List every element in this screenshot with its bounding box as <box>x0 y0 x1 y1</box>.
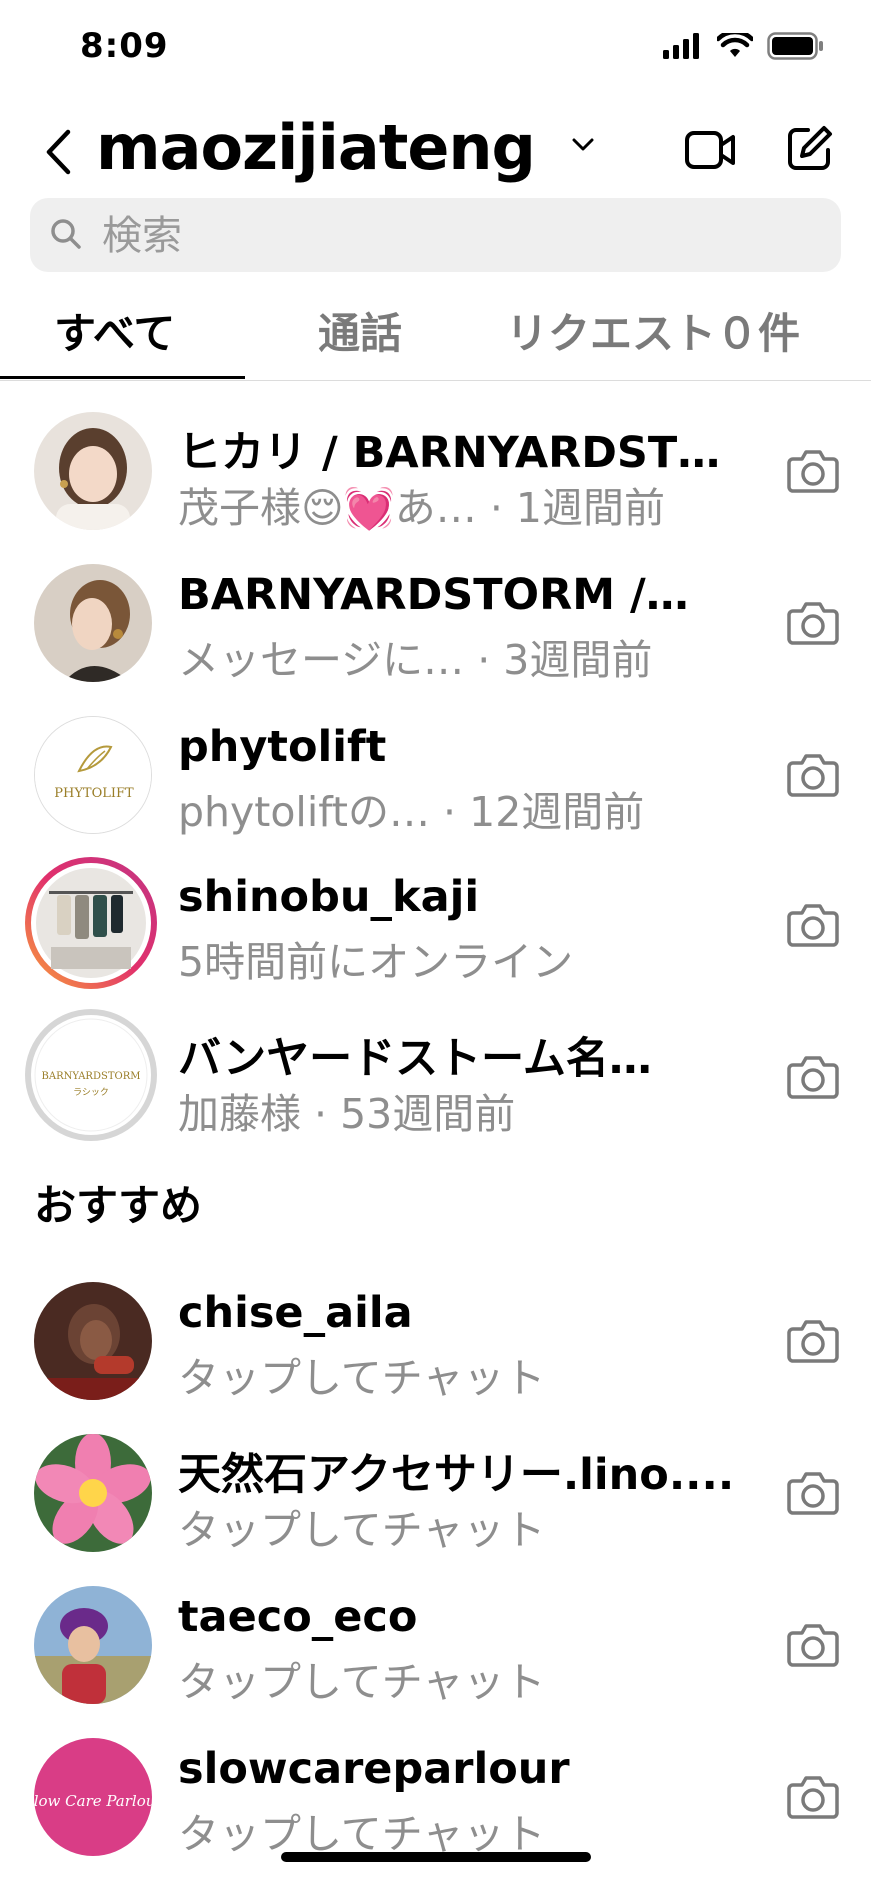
chevron-left-icon <box>46 129 71 175</box>
avatar <box>34 1282 152 1400</box>
video-camera-icon <box>685 131 735 169</box>
back-button[interactable] <box>38 122 78 182</box>
camera-icon[interactable] <box>786 1049 840 1103</box>
avatar-logo-subtext: ラシック <box>73 1087 109 1098</box>
camera-icon[interactable] <box>786 1617 840 1671</box>
suggested-cta: タップしてチャット <box>178 1354 546 1402</box>
search-bar[interactable] <box>30 198 841 274</box>
thread-preview: 加藤様 · 53週間前 <box>178 1090 516 1138</box>
camera-icon[interactable] <box>786 1769 840 1823</box>
wifi-icon <box>717 33 753 57</box>
suggested-section-title: おすすめ <box>34 1181 203 1230</box>
suggested-name: taeco_eco <box>178 1592 418 1642</box>
tab-all[interactable]: すべて <box>54 304 175 364</box>
avatar: PHYTOLIFT <box>34 716 152 834</box>
header: maozijiateng <box>0 100 871 200</box>
thread-row[interactable]: shinobu_kaji 5時間前にオンライン <box>0 852 871 1002</box>
suggested-name: chise_aila <box>178 1288 413 1338</box>
camera-icon[interactable] <box>786 897 840 951</box>
thread-preview: phytoliftの… · 12週間前 <box>178 788 645 836</box>
compose-icon <box>788 126 832 170</box>
suggested-name: slowcareparlour <box>178 1744 570 1794</box>
thread-preview: メッセージに… · 3週間前 <box>178 636 653 684</box>
tab-calls[interactable]: 通話 <box>318 304 402 364</box>
thread-name: バンヤードストーム名… <box>178 1034 652 1084</box>
avatar <box>34 412 152 530</box>
avatar: Slow Care Parlour <box>34 1738 152 1856</box>
avatar-logo-text: Slow Care Parlour <box>34 1792 152 1810</box>
tab-requests[interactable]: リクエスト０件 <box>506 304 800 364</box>
avatar-logo-text: PHYTOLIFT <box>54 786 134 801</box>
suggested-cta: タップしてチャット <box>178 1658 546 1706</box>
suggested-row[interactable]: taeco_eco タップしてチャット <box>0 1572 871 1722</box>
battery-icon <box>767 32 823 60</box>
story-ring <box>25 857 157 989</box>
chevron-down-icon <box>572 138 594 151</box>
avatar <box>34 564 152 682</box>
account-switcher-button[interactable] <box>568 130 598 160</box>
avatar-logo-text: BARNYARDSTORM <box>42 1071 141 1082</box>
search-input[interactable] <box>100 198 804 274</box>
camera-icon[interactable] <box>786 443 840 497</box>
suggested-row[interactable]: chise_aila タップしてチャット <box>0 1268 871 1418</box>
camera-icon[interactable] <box>786 1465 840 1519</box>
status-time: 8:09 <box>80 26 169 66</box>
suggested-name: 天然石アクセサリー.lino.... <box>178 1450 735 1500</box>
camera-icon[interactable] <box>786 595 840 649</box>
thread-preview: 茂子様😌💓あ… · 1週間前 <box>178 484 665 532</box>
avatar <box>31 863 151 983</box>
thread-row[interactable]: ヒカリ / BARNYARDST… 茂子様😌💓あ… · 1週間前 <box>0 398 871 548</box>
thread-row[interactable]: BARNYARDSTORM /… メッセージに… · 3週間前 <box>0 550 871 700</box>
suggested-cta: タップしてチャット <box>178 1506 546 1554</box>
camera-icon[interactable] <box>786 747 840 801</box>
story-ring: BARNYARDSTORM ラシック <box>25 1009 157 1141</box>
search-icon <box>51 219 81 249</box>
suggested-row[interactable]: 天然石アクセサリー.lino.... タップしてチャット <box>0 1420 871 1570</box>
video-call-button[interactable] <box>680 120 740 180</box>
avatar <box>34 1586 152 1704</box>
thread-name: phytolift <box>178 722 387 772</box>
tab-active-indicator <box>0 376 245 379</box>
thread-name: ヒカリ / BARNYARDST… <box>178 428 721 478</box>
account-name[interactable]: maozijiateng <box>96 108 536 188</box>
status-icons <box>663 32 825 60</box>
thread-name: BARNYARDSTORM /… <box>178 570 689 620</box>
avatar <box>34 1434 152 1552</box>
tab-bar: すべて 通話 リクエスト０件 <box>0 290 871 381</box>
suggested-cta: タップしてチャット <box>178 1810 546 1858</box>
status-bar: 8:09 <box>0 0 871 90</box>
cellular-signal-icon <box>663 33 699 59</box>
thread-row[interactable]: BARNYARDSTORM ラシック バンヤードストーム名… 加藤様 · 53週… <box>0 1004 871 1154</box>
home-indicator[interactable] <box>281 1852 591 1862</box>
new-message-button[interactable] <box>780 118 840 178</box>
avatar: BARNYARDSTORM ラシック <box>31 1015 151 1135</box>
thread-name: shinobu_kaji <box>178 872 480 922</box>
camera-icon[interactable] <box>786 1313 840 1367</box>
thread-preview: 5時間前にオンライン <box>178 938 574 986</box>
thread-row[interactable]: PHYTOLIFT phytolift phytoliftの… · 12週間前 <box>0 702 871 852</box>
